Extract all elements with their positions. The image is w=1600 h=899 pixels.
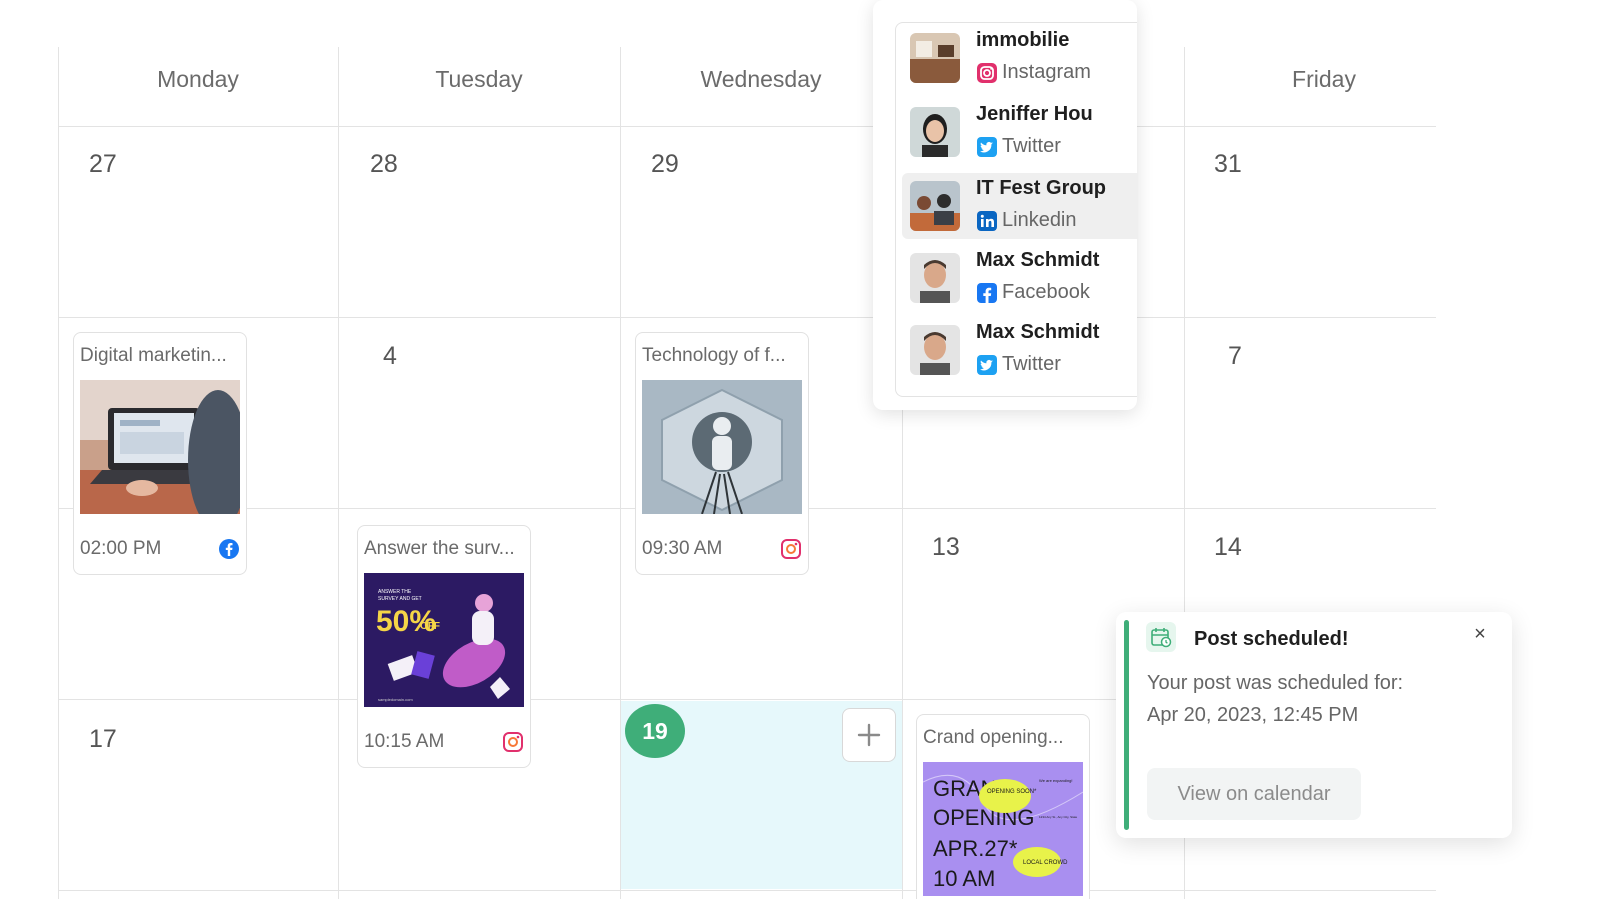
post-title: Crand opening...: [923, 727, 1064, 748]
account-name: IT Fest Group: [976, 177, 1106, 199]
opening-side2: 1234 Any St., Any City, State: [1039, 815, 1077, 819]
grid-line: [58, 890, 1436, 891]
toast-accent-bar: [1124, 620, 1129, 830]
account-network: Instagram: [1002, 61, 1091, 83]
post-card[interactable]: Digital marketin... 02:00 PM: [73, 332, 247, 575]
post-card[interactable]: Technology of f... 09:30 AM: [635, 332, 809, 575]
account-item[interactable]: Max Schmidt Twitter: [902, 317, 1138, 383]
opening-bubble2: LOCAL CROWD: [1023, 860, 1068, 866]
survey-line1: ANSWER THE: [378, 589, 412, 595]
post-title: Technology of f...: [642, 345, 786, 366]
date-number: 14: [1214, 533, 1242, 561]
twitter-icon: [977, 355, 997, 375]
instagram-icon: [977, 63, 997, 83]
survey-url: sampledomain.com: [378, 697, 413, 702]
account-item[interactable]: immobilie Instagram: [902, 25, 1138, 91]
opening-side1: We are expanding!: [1039, 778, 1073, 783]
post-card[interactable]: Answer the surv... ANSWER THE SURVEY AND…: [357, 525, 531, 768]
post-card[interactable]: Crand opening... GRAND OPENING APR.27* 1…: [916, 714, 1090, 899]
post-title: Answer the surv...: [364, 538, 515, 559]
account-name: Max Schmidt: [976, 321, 1100, 343]
post-thumbnail: [642, 380, 802, 514]
facebook-icon: [219, 539, 239, 559]
post-thumbnail: [80, 380, 240, 514]
post-scheduled-toast: Post scheduled! × Your post was schedule…: [1116, 612, 1512, 838]
post-thumbnail: GRAND OPENING APR.27* 10 AM OPENING SOON…: [923, 762, 1083, 896]
close-icon[interactable]: ×: [1466, 620, 1494, 648]
toast-message-line: Your post was scheduled for:: [1147, 672, 1404, 694]
grid-line: [58, 317, 1436, 318]
avatar: [910, 107, 960, 157]
facebook-icon: [977, 283, 997, 303]
avatar: [910, 325, 960, 375]
opening-bubble1: OPENING SOON*: [987, 789, 1037, 795]
account-network: Twitter: [1002, 135, 1061, 157]
date-number: 4: [383, 342, 397, 370]
date-number: 31: [1214, 150, 1242, 178]
avatar: [910, 33, 960, 83]
account-network: Twitter: [1002, 353, 1061, 375]
date-number: 27: [89, 150, 117, 178]
day-header-friday: Friday: [1292, 66, 1356, 92]
today-date-badge[interactable]: 19: [625, 704, 685, 758]
post-thumbnail: ANSWER THE SURVEY AND GET 50% OFF sample…: [364, 573, 524, 707]
grid-line: [58, 47, 59, 899]
toast-message: Your post was scheduled for: Apr 20, 202…: [1147, 667, 1403, 731]
view-on-calendar-button[interactable]: View on calendar: [1147, 768, 1361, 820]
account-dropdown: immobilie Instagram Jeniffer Hou Twitter…: [873, 0, 1138, 410]
date-number: 17: [89, 725, 117, 753]
toast-scheduled-date: Apr 20, 2023, 12:45 PM: [1147, 704, 1359, 726]
post-time: 10:15 AM: [364, 731, 445, 752]
account-item[interactable]: Jeniffer Hou Twitter: [902, 99, 1138, 165]
calendar-clock-icon: [1146, 622, 1176, 652]
account-network: Linkedin: [1002, 209, 1077, 231]
date-number: 28: [370, 150, 398, 178]
toast-title: Post scheduled!: [1194, 628, 1349, 650]
account-name: Jeniffer Hou: [976, 103, 1093, 125]
linkedin-icon: [977, 211, 997, 231]
grid-line: [338, 47, 339, 899]
account-name: Max Schmidt: [976, 249, 1100, 271]
avatar: [910, 253, 960, 303]
date-number: 13: [932, 533, 960, 561]
avatar: [910, 181, 960, 231]
day-header-monday: Monday: [157, 66, 239, 92]
instagram-icon: [781, 539, 801, 559]
post-time: 09:30 AM: [642, 538, 723, 559]
post-time: 02:00 PM: [80, 538, 162, 559]
instagram-icon: [503, 732, 523, 752]
survey-off: OFF: [420, 621, 440, 632]
account-list: immobilie Instagram Jeniffer Hou Twitter…: [895, 22, 1138, 397]
opening-line3: APR.27*: [933, 836, 1018, 861]
account-item[interactable]: IT Fest Group Linkedin: [902, 173, 1138, 239]
add-post-button[interactable]: [842, 708, 896, 762]
twitter-icon: [977, 137, 997, 157]
survey-line2: SURVEY AND GET: [378, 596, 422, 602]
day-header-wednesday: Wednesday: [700, 66, 822, 92]
date-number: 29: [651, 150, 679, 178]
grid-line: [58, 126, 1436, 127]
plus-icon: [857, 723, 881, 747]
account-item[interactable]: Max Schmidt Facebook: [902, 245, 1138, 311]
account-network: Facebook: [1002, 281, 1090, 303]
day-header-tuesday: Tuesday: [435, 66, 523, 92]
post-title: Digital marketin...: [80, 345, 227, 366]
account-name: immobilie: [976, 29, 1070, 51]
date-number: 7: [1228, 342, 1242, 370]
opening-line4: 10 AM: [933, 866, 995, 891]
